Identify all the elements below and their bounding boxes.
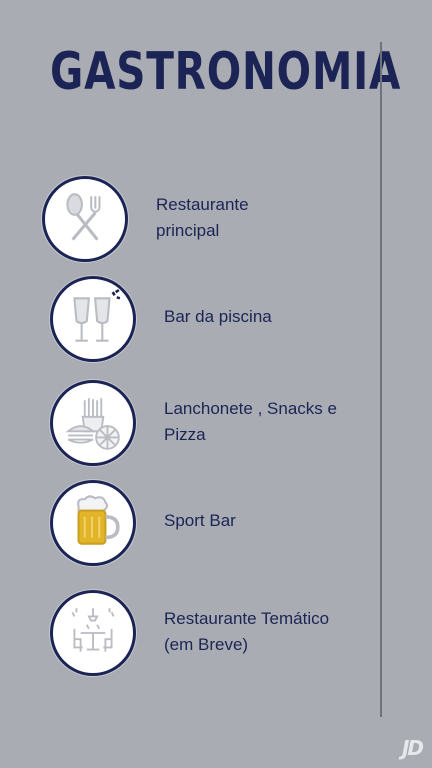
list-item-lanchonete[interactable]: Lanchonete , Snacks e Pizza — [0, 380, 380, 466]
fries-burger-pizza-icon — [50, 380, 136, 466]
item-label: Bar da piscina — [164, 307, 272, 326]
vertical-divider — [380, 42, 382, 717]
list-item-restaurante-principal[interactable]: Restaurante principal — [0, 176, 380, 262]
item-label: Restaurante principal — [156, 195, 249, 240]
restaurant-table-icon — [50, 590, 136, 676]
beer-mug-icon — [50, 480, 136, 566]
page-title: GASTRONOMIA — [50, 42, 402, 102]
list-item-sport-bar[interactable]: Sport Bar — [0, 480, 380, 566]
item-label: Lanchonete , Snacks e Pizza — [164, 399, 337, 444]
watermark-logo: JD — [401, 736, 424, 760]
champagne-glasses-icon — [50, 276, 136, 362]
item-label: Sport Bar — [164, 511, 236, 530]
list-item-restaurante-tematico[interactable]: Restaurante Temático (em Breve) — [0, 590, 380, 676]
item-label: Restaurante Temático (em Breve) — [164, 609, 330, 654]
list-item-bar-da-piscina[interactable]: Bar da piscina — [0, 276, 380, 362]
fork-spoon-icon — [42, 176, 128, 262]
